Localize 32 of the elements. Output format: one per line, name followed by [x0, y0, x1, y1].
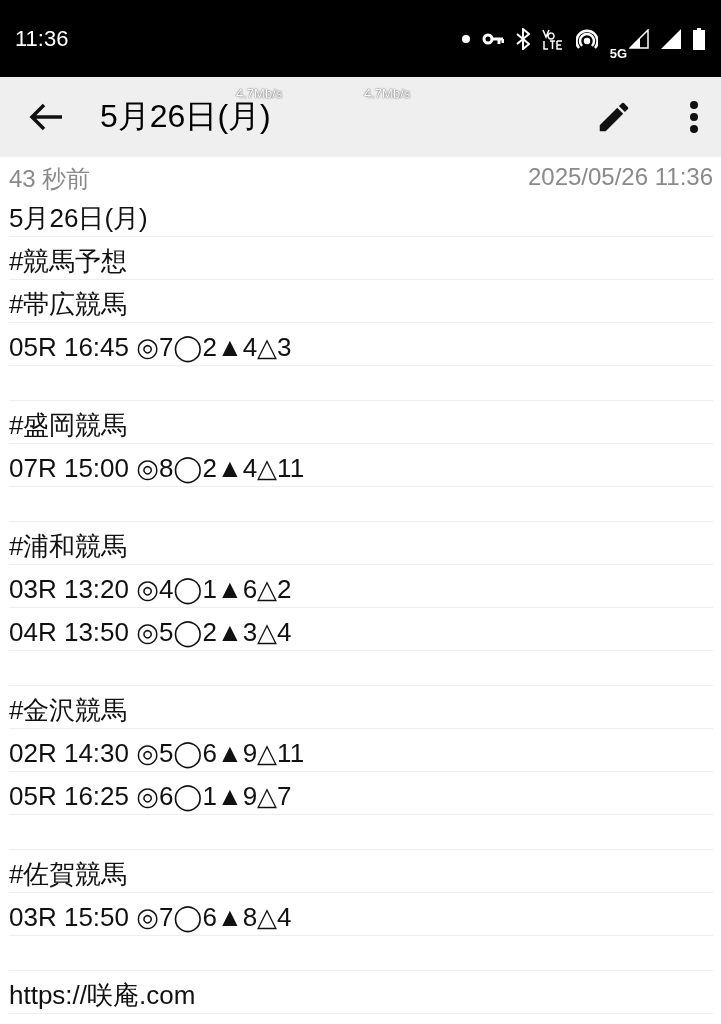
- more-options-button[interactable]: [689, 100, 699, 134]
- note-title: 5月26日(月): [100, 98, 271, 136]
- note-line: 02R 14:30 ◎5◯6▲9△11: [9, 737, 305, 771]
- timestamp: 2025/05/26 11:36: [527, 163, 713, 192]
- volte-icon: [541, 27, 564, 50]
- back-button[interactable]: [28, 102, 64, 132]
- note-line: #金沢競馬: [9, 694, 128, 727]
- battery-icon: [693, 27, 705, 50]
- status-time: 11:36: [15, 25, 69, 52]
- note-line: #盛岡競馬: [9, 409, 128, 442]
- key-icon: [481, 32, 504, 45]
- note-line: 5月26日(月): [9, 202, 148, 235]
- note-line: #浦和競馬: [9, 530, 128, 563]
- note-line: #佐賀競馬: [9, 858, 128, 891]
- signal-icon: [629, 28, 649, 49]
- note-line: 05R 16:45 ◎7◯2▲4△3: [9, 331, 292, 365]
- note-line: 04R 13:50 ◎5◯2▲3△4: [9, 616, 292, 650]
- network-type-label: 5G: [609, 46, 627, 61]
- signal-icon: [661, 28, 681, 49]
- speed-overlay: 4.7Mb/s: [236, 86, 283, 101]
- note-line: https://咲庵.com: [9, 979, 196, 1012]
- bluetooth-icon: [515, 27, 530, 50]
- note-line: 05R 16:25 ◎6◯1▲9△7: [9, 780, 292, 814]
- relative-time: 43 秒前: [9, 164, 91, 194]
- dot-icon: [461, 34, 470, 43]
- note-line: #帯広競馬: [9, 288, 128, 321]
- hotspot-icon: [575, 27, 598, 50]
- note-line: 03R 13:20 ◎4◯1▲6△2: [9, 573, 292, 607]
- note-line: 07R 15:00 ◎8◯2▲4△11: [9, 452, 305, 486]
- note-line: #競馬予想: [9, 245, 128, 278]
- note-line: 03R 15:50 ◎7◯6▲8△4: [9, 901, 292, 935]
- speed-overlay: 4.7Mb/s: [364, 86, 411, 101]
